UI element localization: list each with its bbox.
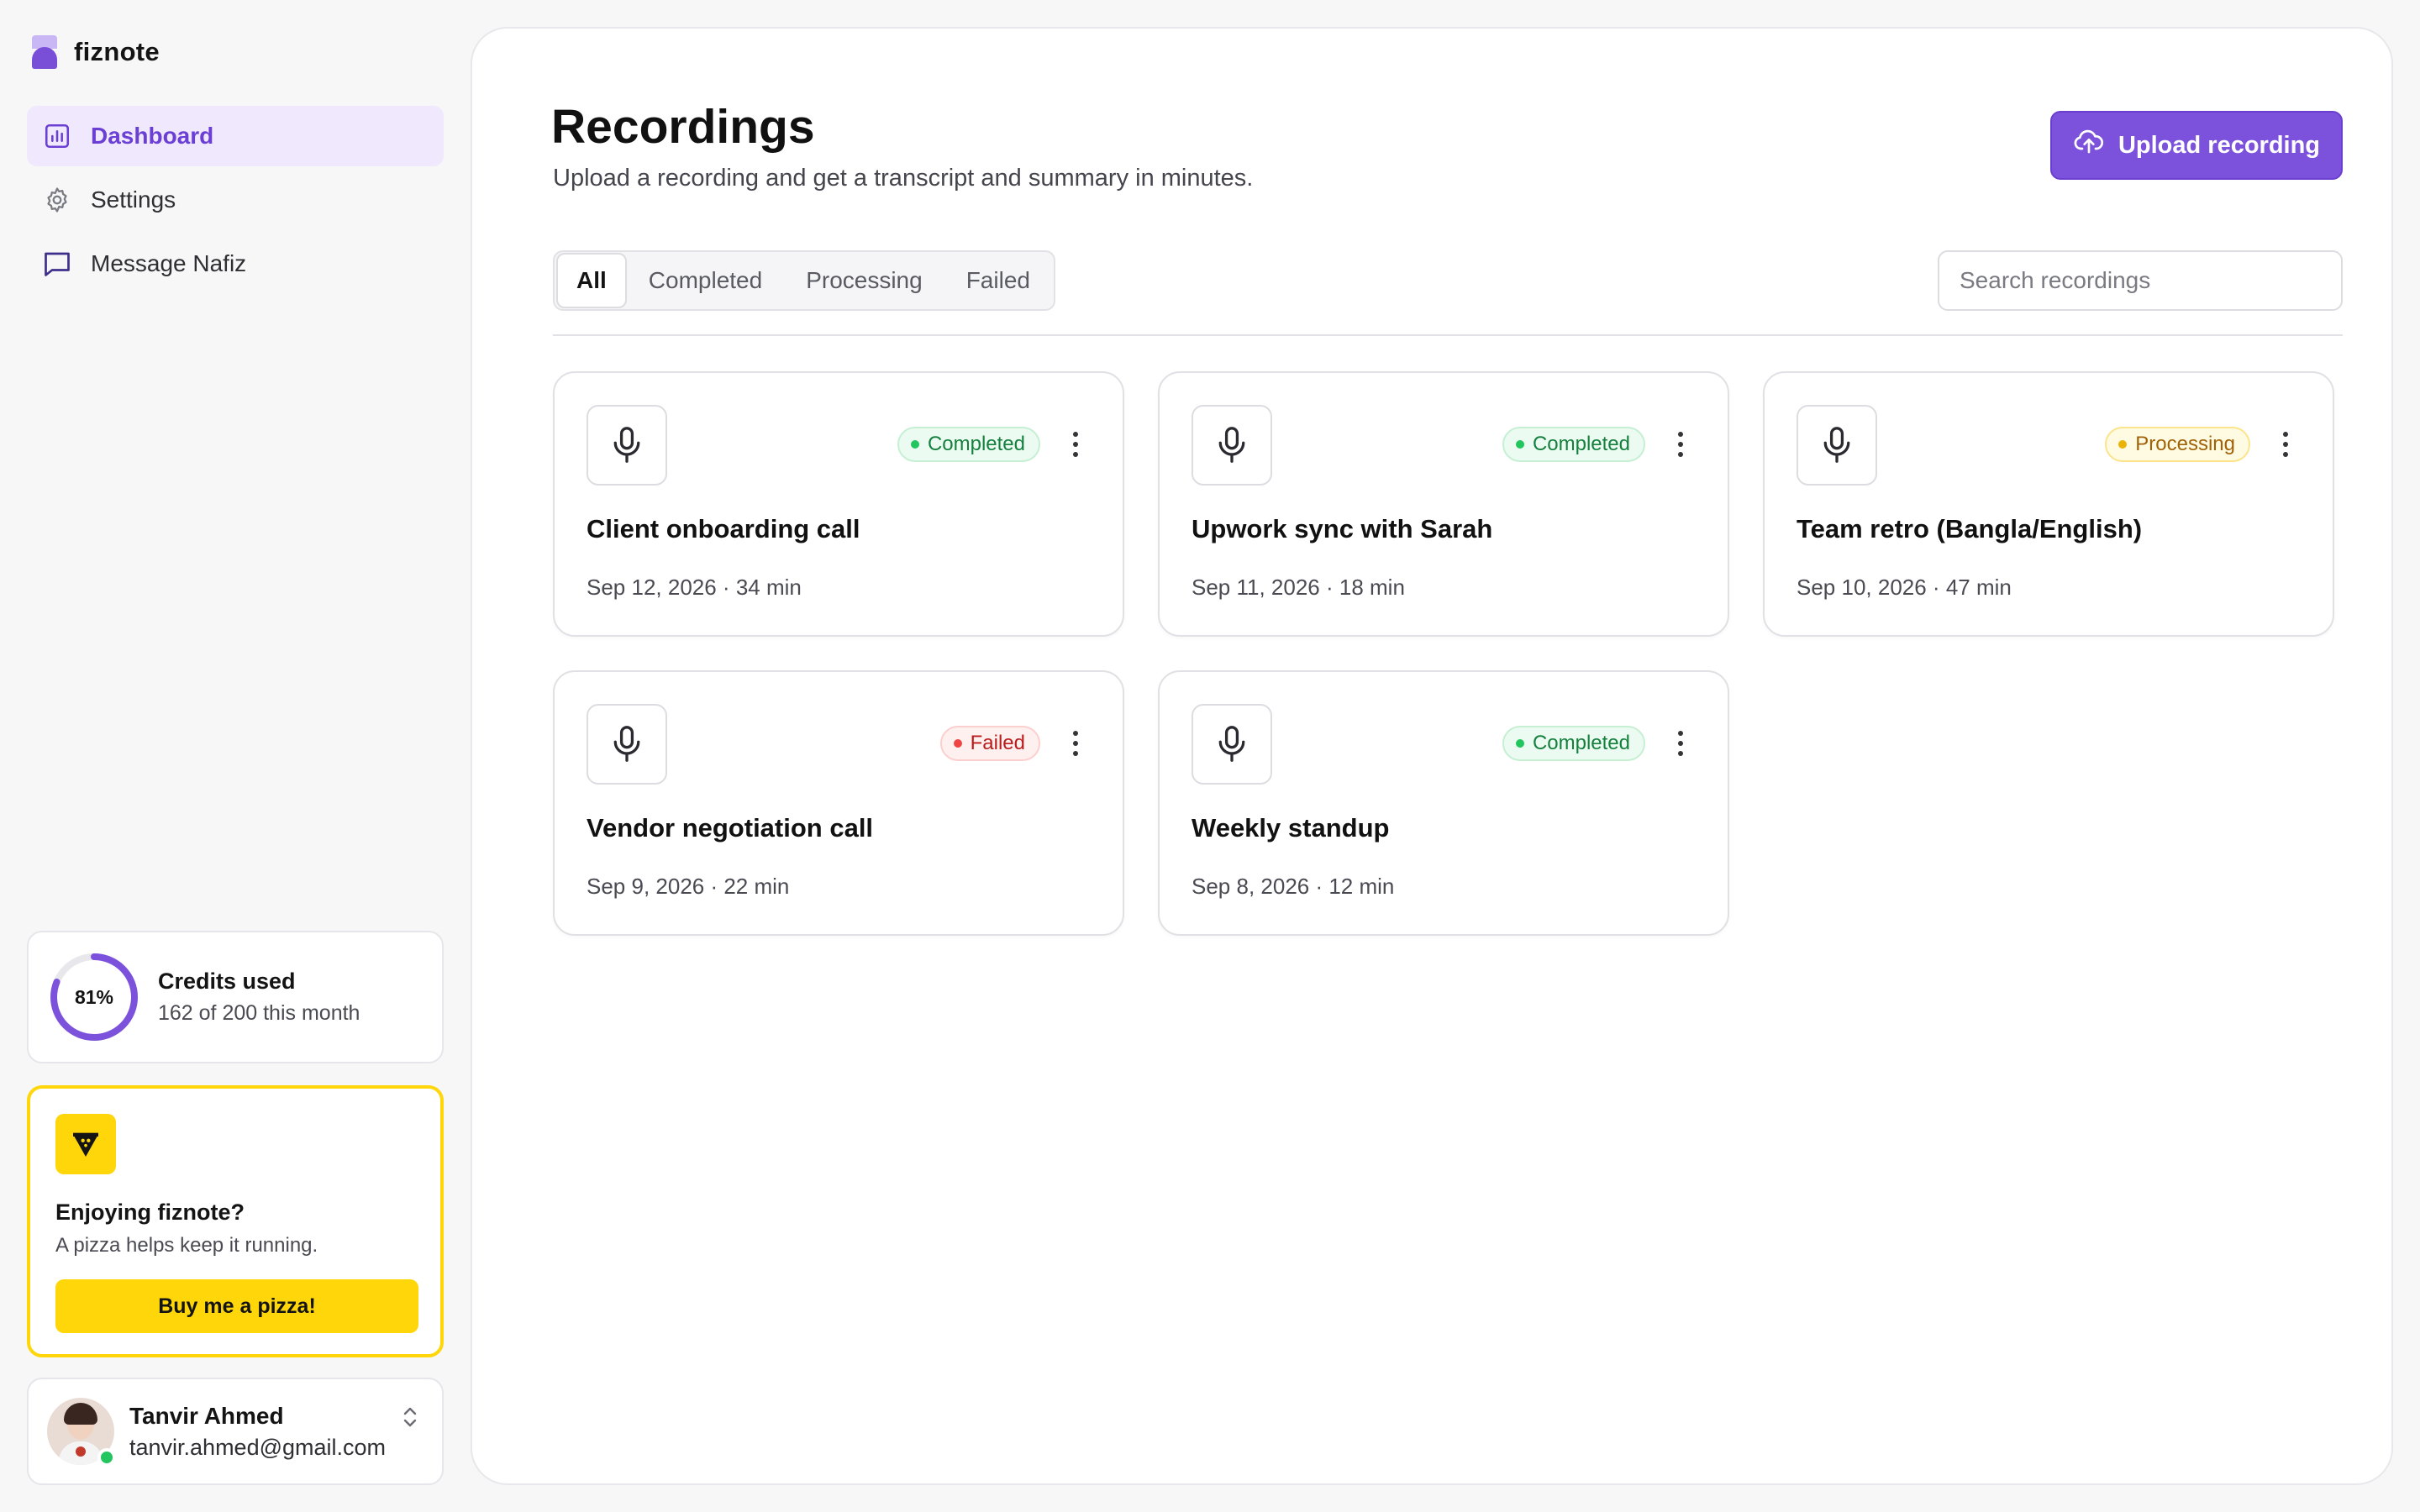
recording-meta: Sep 12, 2026 · 34 min [587, 575, 802, 600]
pizza-card: Enjoying fiznote? A pizza helps keep it … [27, 1085, 444, 1357]
status-badge: Completed [897, 427, 1040, 462]
brand-logo-icon [32, 35, 57, 69]
credits-progress-ring: 81% [49, 952, 139, 1042]
more-options-icon[interactable] [1067, 724, 1084, 763]
credits-card: 81% Credits used 162 of 200 this month [27, 931, 444, 1063]
sidebar-item-label: Dashboard [91, 123, 214, 149]
sidebar-item-settings[interactable]: Settings [27, 170, 444, 230]
recording-title: Team retro (Bangla/English) [1797, 514, 2143, 543]
search-input[interactable] [1938, 250, 2343, 311]
microphone-icon [1192, 704, 1272, 785]
status-badge: Completed [1502, 726, 1645, 761]
upload-recording-label: Upload recording [2118, 131, 2321, 159]
recording-card[interactable]: Processing Team retro (Bangla/English) S… [1763, 371, 2334, 637]
sidebar-item-message-nafiz[interactable]: Message Nafiz [27, 234, 444, 294]
recording-title: Weekly standup [1192, 813, 1390, 843]
user-name: Tanvir Ahmed [129, 1402, 284, 1429]
recording-card[interactable]: Completed Client onboarding call Sep 12,… [553, 371, 1124, 637]
pizza-logo-icon [55, 1114, 116, 1174]
online-status-dot [97, 1448, 116, 1467]
divider [553, 334, 2343, 336]
more-options-icon[interactable] [1672, 724, 1689, 763]
tab-processing[interactable]: Processing [784, 253, 944, 308]
recording-meta: Sep 8, 2026 · 12 min [1192, 874, 1395, 899]
microphone-icon [1797, 405, 1877, 486]
recording-meta: Sep 11, 2026 · 18 min [1192, 575, 1405, 600]
user-email: tanvir.ahmed@gmail.com [129, 1434, 387, 1460]
status-badge: Failed [939, 726, 1040, 761]
status-filter-tabs: All Completed Processing Failed [553, 250, 1055, 311]
status-badge: Completed [1502, 427, 1645, 462]
more-options-icon[interactable] [1067, 425, 1084, 464]
brand[interactable]: fiznote [32, 35, 160, 69]
user-account-switcher[interactable]: Tanvir Ahmed tanvir.ahmed@gmail.com [27, 1378, 444, 1485]
upload-recording-button[interactable]: Upload recording [2050, 111, 2343, 180]
more-options-icon[interactable] [2277, 425, 2294, 464]
sidebar: fiznote Dashboard Settings Message Nafiz… [0, 0, 471, 1512]
page-subtitle: Upload a recording and get a transcript … [553, 165, 1254, 192]
recording-card[interactable]: Failed Vendor negotiation call Sep 9, 20… [553, 670, 1124, 936]
pizza-title: Enjoying fiznote? [55, 1200, 245, 1225]
microphone-icon [587, 405, 667, 486]
cloud-upload-icon [2073, 129, 2105, 162]
main-panel: Recordings Upload a recording and get a … [471, 27, 2393, 1485]
sidebar-nav: Dashboard Settings Message Nafiz [27, 106, 444, 297]
recording-card[interactable]: Completed Upwork sync with Sarah Sep 11,… [1158, 371, 1729, 637]
chevron-up-down-icon[interactable] [400, 1404, 420, 1434]
recording-meta: Sep 9, 2026 · 22 min [587, 874, 790, 899]
status-badge: Processing [2105, 427, 2250, 462]
gear-icon [42, 185, 72, 215]
more-options-icon[interactable] [1672, 425, 1689, 464]
pizza-subtitle: A pizza helps keep it running. [55, 1234, 318, 1257]
microphone-icon [1192, 405, 1272, 486]
recording-card[interactable]: Completed Weekly standup Sep 8, 2026 · 1… [1158, 670, 1729, 936]
buy-pizza-button[interactable]: Buy me a pizza! [55, 1279, 418, 1333]
avatar [47, 1398, 116, 1467]
credits-subtitle: 162 of 200 this month [158, 1001, 360, 1025]
recording-title: Vendor negotiation call [587, 813, 874, 843]
sidebar-item-label: Message Nafiz [91, 250, 247, 276]
sidebar-item-label: Settings [91, 186, 176, 213]
recording-title: Upwork sync with Sarah [1192, 514, 1493, 543]
page-title: Recordings [551, 100, 815, 154]
recording-title: Client onboarding call [587, 514, 860, 543]
recording-meta: Sep 10, 2026 · 47 min [1797, 575, 2012, 600]
brand-name: fiznote [74, 37, 160, 66]
credits-title: Credits used [158, 969, 296, 994]
tab-failed[interactable]: Failed [944, 253, 1052, 308]
bar-chart-icon [42, 121, 72, 151]
chat-bubble-icon [42, 249, 72, 279]
sidebar-item-dashboard[interactable]: Dashboard [27, 106, 444, 166]
credits-percent: 81% [74, 985, 114, 1008]
tab-completed[interactable]: Completed [627, 253, 784, 308]
tab-all[interactable]: All [556, 253, 627, 308]
microphone-icon [587, 704, 667, 785]
